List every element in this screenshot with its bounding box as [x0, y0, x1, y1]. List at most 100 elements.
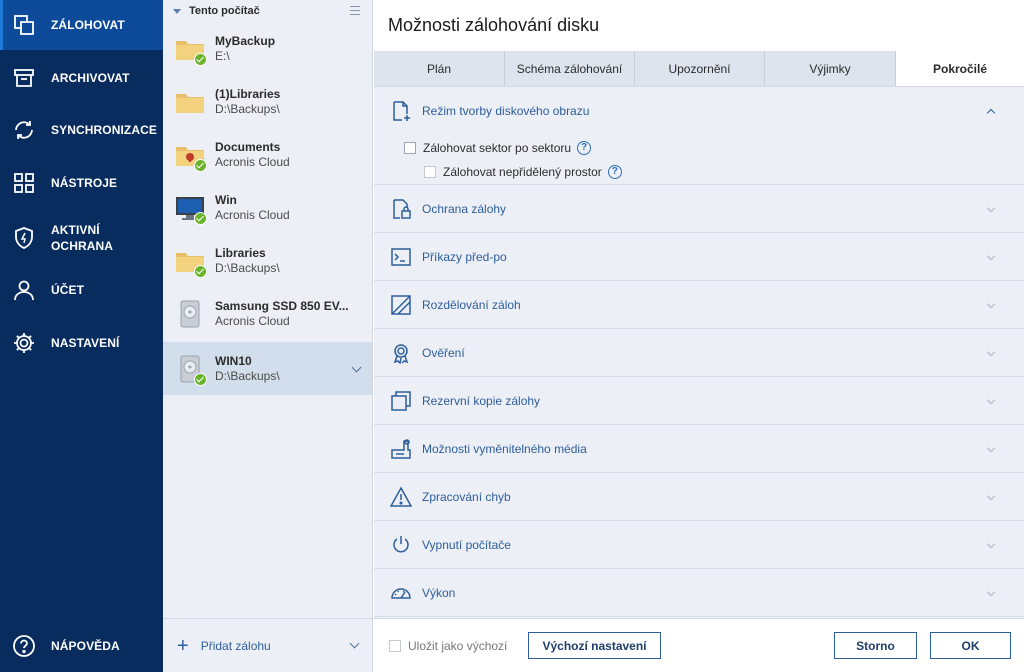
collapse-triangle-icon	[173, 8, 181, 14]
list-header[interactable]: Tento počítač	[163, 0, 372, 22]
options-panel: Možnosti zálohování disku Plán Schéma zá…	[374, 0, 1024, 672]
backup-item-samsung-ssd[interactable]: Samsung SSD 850 EV... Acronis Cloud	[163, 287, 372, 340]
section-label: Výkon	[422, 585, 456, 600]
nav-item-help[interactable]: NÁPOVĚDA	[0, 620, 163, 672]
section-backup-splitting[interactable]: Rozdělování záloh	[374, 281, 1024, 329]
chevron-down-icon[interactable]	[986, 587, 996, 597]
section-performance[interactable]: Výkon	[374, 569, 1024, 617]
disk-icon	[175, 299, 205, 329]
option-save-as-default: Uložit jako výchozí	[389, 639, 507, 653]
backup-item-win10[interactable]: WIN10 D:\Backups\	[163, 342, 372, 395]
gear-icon	[12, 331, 36, 355]
section-removable-media[interactable]: Možnosti vyměnitelného média	[374, 425, 1024, 473]
nav-item-label: SYNCHRONIZACE	[51, 123, 157, 137]
success-check-icon	[194, 52, 207, 66]
nav-item-settings[interactable]: NASTAVENÍ	[0, 317, 163, 369]
nav-label-line1: AKTIVNÍ	[51, 223, 100, 237]
chevron-down-icon[interactable]	[986, 299, 996, 309]
success-check-icon	[194, 211, 207, 225]
cancel-button[interactable]: Storno	[834, 632, 917, 659]
chevron-down-icon[interactable]	[986, 251, 996, 261]
folder-lock-icon	[175, 140, 207, 172]
section-label: Vypnutí počítače	[422, 537, 511, 552]
sync-icon	[12, 118, 36, 142]
section-label: Zpracování chyb	[422, 489, 511, 504]
backup-item-libraries[interactable]: Libraries D:\Backups\	[163, 234, 372, 287]
copy-icon	[12, 13, 36, 37]
nav-item-label: ARCHIVOVAT	[51, 71, 130, 85]
section-label: Ověření	[422, 345, 465, 360]
nav-item-archive[interactable]: ARCHIVOVAT	[0, 52, 163, 104]
tab-notifications[interactable]: Upozornění	[635, 51, 765, 86]
tab-advanced[interactable]: Pokročilé	[896, 51, 1024, 86]
user-icon	[12, 278, 36, 302]
backup-name: MyBackup	[215, 33, 276, 48]
monitor-icon	[175, 193, 207, 225]
help-icon	[12, 634, 36, 658]
power-icon	[390, 534, 412, 556]
backup-destination: D:\Backups\	[215, 368, 280, 383]
section-pre-post-commands[interactable]: Příkazy před-po	[374, 233, 1024, 281]
backup-item-win[interactable]: Win Acronis Cloud	[163, 181, 372, 234]
backup-name: Samsung SSD 850 EV...	[215, 298, 349, 313]
save-as-default-checkbox[interactable]	[389, 640, 401, 652]
chevron-down-icon[interactable]	[986, 443, 996, 453]
nav-item-label: NASTAVENÍ	[51, 336, 120, 350]
chevron-down-icon[interactable]	[351, 362, 362, 373]
list-header-label: Tento počítač	[189, 5, 260, 17]
backup-name: WIN10	[215, 353, 252, 368]
chevron-down-icon[interactable]	[986, 395, 996, 405]
chevron-down-icon[interactable]	[986, 203, 996, 213]
main-nav: ZÁLOHOVAT ARCHIVOVAT SYNCHRONIZACE NÁSTR…	[0, 0, 163, 672]
tab-schedule[interactable]: Plán	[374, 51, 505, 86]
tab-backup-scheme[interactable]: Schéma zálohování	[505, 51, 635, 86]
default-settings-button[interactable]: Výchozí nastavení	[528, 632, 661, 659]
help-question-icon[interactable]: ?	[577, 141, 592, 155]
nav-item-active-protection[interactable]: AKTIVNÍ OCHRANA	[0, 211, 163, 265]
section-error-handling[interactable]: Zpracování chyb	[374, 473, 1024, 521]
section-label: Rozdělování záloh	[422, 297, 521, 312]
sector-by-sector-checkbox[interactable]	[404, 142, 416, 154]
backup-name: Documents	[215, 139, 281, 154]
section-computer-shutdown[interactable]: Vypnutí počítače	[374, 521, 1024, 569]
chevron-down-icon[interactable]	[349, 638, 360, 649]
disk-icon	[175, 354, 207, 386]
section-label: Ochrana zálohy	[422, 201, 507, 216]
backup-destination: E:\	[215, 48, 230, 63]
unallocated-space-checkbox[interactable]	[424, 166, 436, 178]
copies-icon	[390, 390, 412, 412]
nav-item-label: ÚČET	[51, 283, 85, 297]
section-image-mode[interactable]: Režim tvorby diskového obrazu	[374, 87, 1024, 135]
warning-icon	[390, 485, 412, 508]
section-reserve-copy[interactable]: Rezervní kopie zálohy	[374, 377, 1024, 425]
backup-item-documents[interactable]: Documents Acronis Cloud	[163, 128, 372, 181]
section-label: Příkazy před-po	[422, 249, 507, 264]
section-validation[interactable]: Ověření	[374, 329, 1024, 377]
section-label: Režim tvorby diskového obrazu	[422, 104, 590, 118]
list-menu-icon[interactable]	[350, 6, 360, 18]
nav-item-backup[interactable]: ZÁLOHOVAT	[0, 0, 163, 50]
option-unallocated-space: Zálohovat nepřidělený prostor ?	[424, 165, 622, 179]
ok-button[interactable]: OK	[930, 632, 1011, 659]
split-icon	[390, 294, 412, 316]
chevron-down-icon[interactable]	[986, 539, 996, 549]
nav-item-account[interactable]: ÚČET	[0, 265, 163, 315]
backup-item-1libraries[interactable]: (1)Libraries D:\Backups\	[163, 75, 372, 128]
nav-item-sync[interactable]: SYNCHRONIZACE	[0, 104, 163, 156]
nav-item-tools[interactable]: NÁSTROJE	[0, 157, 163, 209]
folder-icon	[175, 87, 205, 117]
backup-list-panel: Tento počítač MyBackup E:\ (1)Libraries D:…	[163, 0, 373, 672]
tab-exclusions[interactable]: Výjimky	[765, 51, 896, 86]
page-title: Možnosti zálohování disku	[388, 15, 600, 35]
section-backup-protection[interactable]: Ochrana zálohy	[374, 185, 1024, 233]
backup-destination: D:\Backups\	[215, 260, 280, 275]
options-tabs: Plán Schéma zálohování Upozornění Výjimk…	[374, 51, 1024, 87]
chevron-up-icon[interactable]	[986, 108, 996, 118]
nav-item-label: AKTIVNÍ OCHRANA	[51, 222, 113, 254]
section-label: Rezervní kopie zálohy	[422, 393, 541, 408]
add-backup-button[interactable]: + Přidat zálohu	[163, 618, 372, 672]
chevron-down-icon[interactable]	[986, 347, 996, 357]
backup-item-mybackup[interactable]: MyBackup E:\	[163, 22, 372, 75]
chevron-down-icon[interactable]	[986, 491, 996, 501]
help-question-icon[interactable]: ?	[607, 165, 622, 179]
